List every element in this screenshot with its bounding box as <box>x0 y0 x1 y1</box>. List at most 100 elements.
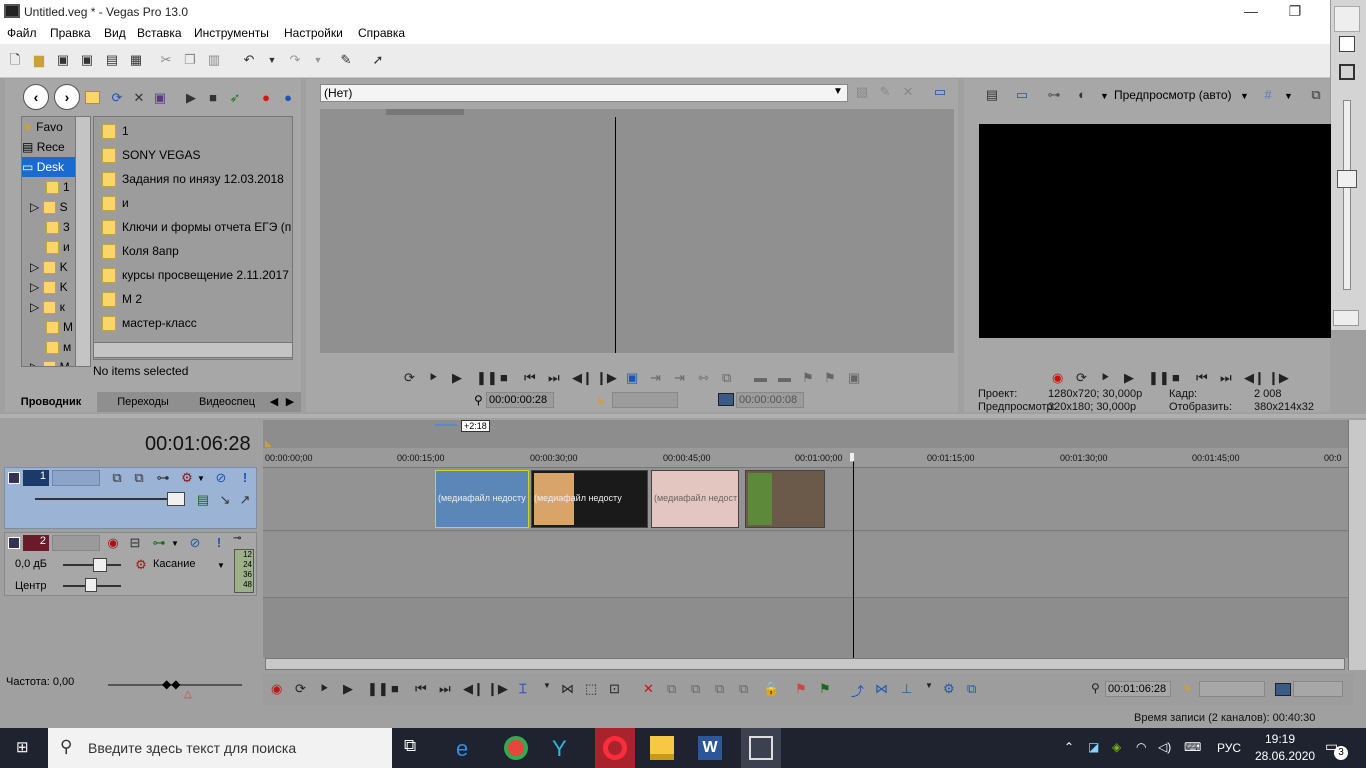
capture-icon[interactable]: ● <box>258 90 274 106</box>
go-start-icon[interactable]: ⏮ <box>1196 370 1208 386</box>
preview-window-icon[interactable] <box>1339 64 1355 80</box>
clock-time[interactable]: 19:19 <box>1265 732 1295 746</box>
list-item[interactable]: Задания по инязу 12.03.2018 <box>102 168 284 190</box>
next-frame-icon[interactable]: ❙▶ <box>487 681 508 697</box>
trim-mode-icon[interactable]: ▣ <box>626 370 638 386</box>
lock-envelopes-icon[interactable]: ⚙ <box>943 681 955 697</box>
go-end-icon[interactable]: ⏭ <box>439 681 451 697</box>
keyboard-icon[interactable]: ⌨ <box>1184 740 1201 754</box>
ripple-edit-icon[interactable]: ⊥ <box>901 681 912 697</box>
add-media-icon[interactable]: ▣ <box>152 90 168 106</box>
automation-mode[interactable]: Касание <box>153 558 195 570</box>
strip-button[interactable] <box>1333 310 1359 326</box>
file-explorer-icon[interactable] <box>650 736 674 760</box>
trim-icon[interactable]: ⧉ <box>667 681 676 697</box>
go-start-icon[interactable]: ⏮ <box>524 370 536 386</box>
splitter[interactable] <box>0 414 1366 418</box>
tray-app-icon[interactable]: ◪ <box>1088 740 1099 754</box>
timeline[interactable]: +2:18 ◣ 00:00:00;00 00:00:15;00 00:00:30… <box>263 420 1348 670</box>
split-screen-icon[interactable]: ◐ <box>1074 87 1090 103</box>
edit-tool-icon[interactable]: ✎ <box>338 52 354 68</box>
web-icon[interactable]: ● <box>280 90 296 106</box>
record-icon[interactable]: ◉ <box>1052 370 1063 386</box>
go-end-icon[interactable]: ⏭ <box>1220 370 1232 386</box>
go-end-icon[interactable]: ⏭ <box>548 370 560 386</box>
solo-icon[interactable]: ! <box>211 535 227 551</box>
delete-icon[interactable]: ✕ <box>131 90 147 106</box>
next-frame-icon[interactable]: ❙▶ <box>596 370 617 386</box>
trim-start-icon[interactable]: ⧉ <box>691 681 700 697</box>
loop-icon[interactable]: ⟳ <box>404 370 415 386</box>
audio-track-header[interactable]: 2 ◉ ⊟ ⊶ ▼ ⊘ ! ⊸ 0,0 дБ ⚙ Касание ▼ Центр… <box>4 532 257 596</box>
redo-icon[interactable]: ↷ <box>287 52 303 68</box>
play-from-start-icon[interactable]: ⯈ <box>1100 370 1110 386</box>
wifi-icon[interactable]: ◠ <box>1136 740 1146 754</box>
trimmer-monitor-icon[interactable]: ▭ <box>932 84 948 100</box>
trim-fit-icon[interactable]: ⇿ <box>698 370 709 386</box>
list-item[interactable]: мастер-класс <box>102 312 197 334</box>
trimmer-view[interactable] <box>320 109 954 353</box>
envelope-tool-icon[interactable]: ⋈ <box>561 681 574 697</box>
preview-screen[interactable] <box>979 124 1331 338</box>
mute-icon[interactable]: ⊘ <box>187 535 203 551</box>
make-parent-icon[interactable]: ⧉ <box>131 470 147 486</box>
task-view-icon[interactable]: ⧉ <box>404 736 428 760</box>
chevron-down-icon[interactable]: ▼ <box>217 561 225 570</box>
opera-taskbar-active[interactable] <box>595 728 635 768</box>
auto-preview-icon[interactable]: ➶ <box>227 90 243 106</box>
menu-insert[interactable]: Вставка <box>137 26 182 40</box>
list-item[interactable]: Ключи и формы отчета ЕГЭ (пр <box>102 216 292 238</box>
lock-icon[interactable]: 🔒 <box>763 681 779 697</box>
tab-scroll-left[interactable]: ◀ <box>267 392 281 412</box>
vertical-slider-thumb[interactable] <box>1337 170 1357 188</box>
menu-file[interactable]: Файл <box>7 26 37 40</box>
selection-tool-icon[interactable]: ⬚ <box>585 681 597 697</box>
trim-end-icon[interactable]: ⧉ <box>715 681 724 697</box>
edge-icon[interactable]: e <box>456 736 480 761</box>
solo-icon[interactable]: ! <box>237 470 253 486</box>
vegas-taskbar-icon[interactable] <box>749 736 773 760</box>
menu-settings[interactable]: Настройки <box>284 26 343 40</box>
redo-dropdown-icon[interactable]: ▼ <box>310 52 326 68</box>
pause-icon[interactable]: ❚❚ <box>367 681 389 697</box>
opacity-slider-track[interactable] <box>35 498 185 500</box>
track-name-field[interactable] <box>52 470 100 486</box>
volume-icon[interactable]: ◁) <box>1158 740 1171 754</box>
menu-help[interactable]: Справка <box>358 26 405 40</box>
vertical-slider-track[interactable] <box>1343 100 1351 290</box>
pan-slider-thumb[interactable] <box>85 578 97 592</box>
play-preview-icon[interactable]: ▶ <box>183 90 199 106</box>
cut-icon[interactable]: ✂ <box>158 52 174 68</box>
external-monitor-icon[interactable]: ▭ <box>1014 87 1030 103</box>
preview-quality-select[interactable]: Предпросмотр (авто) <box>1114 88 1232 102</box>
back-button[interactable]: ‹ <box>23 84 49 110</box>
menu-edit[interactable]: Правка <box>50 26 91 40</box>
normal-edit-tool-icon[interactable]: ⌶ <box>519 681 527 697</box>
up-folder-icon[interactable] <box>85 91 100 104</box>
list-item[interactable]: SONY VEGAS <box>102 144 200 166</box>
chevron-down-icon[interactable]: ▼ <box>197 474 205 483</box>
snapshot-icon[interactable]: ▣ <box>848 370 860 386</box>
automation-gear-icon[interactable]: ⚙ <box>133 557 149 573</box>
video-clip[interactable]: (медиафайл недосту <box>435 470 529 528</box>
arrow-down-icon[interactable]: ↘ <box>217 492 233 508</box>
playhead-cursor[interactable] <box>853 458 854 658</box>
zoom-tool-icon[interactable]: ⊡ <box>609 681 620 697</box>
rate-slider-thumb[interactable]: ◆◆ <box>162 677 180 691</box>
track-collapse-icon[interactable] <box>8 472 20 484</box>
video-clip[interactable] <box>745 470 825 528</box>
language-indicator[interactable]: РУС <box>1217 741 1241 755</box>
snapping-icon[interactable]: ⤴ <box>851 681 864 700</box>
loop-icon[interactable]: ⟳ <box>1076 370 1087 386</box>
trimmer-edit-icon[interactable]: ✎ <box>877 84 893 100</box>
video-clip[interactable]: (медиафайл недост <box>651 470 739 528</box>
stop-icon[interactable]: ■ <box>1172 370 1180 385</box>
prev-frame-icon[interactable]: ◀❙ <box>572 370 593 386</box>
stop-preview-icon[interactable]: ■ <box>205 90 221 106</box>
audio-track-lane[interactable] <box>263 532 1348 598</box>
volume-slider-track[interactable] <box>63 564 121 566</box>
next-frame-icon[interactable]: ❙▶ <box>1268 370 1289 386</box>
trimmer-media-select[interactable]: (Нет) <box>320 84 848 102</box>
undo-icon[interactable]: ↶ <box>241 52 257 68</box>
chevron-down-icon[interactable]: ▼ <box>925 681 933 690</box>
